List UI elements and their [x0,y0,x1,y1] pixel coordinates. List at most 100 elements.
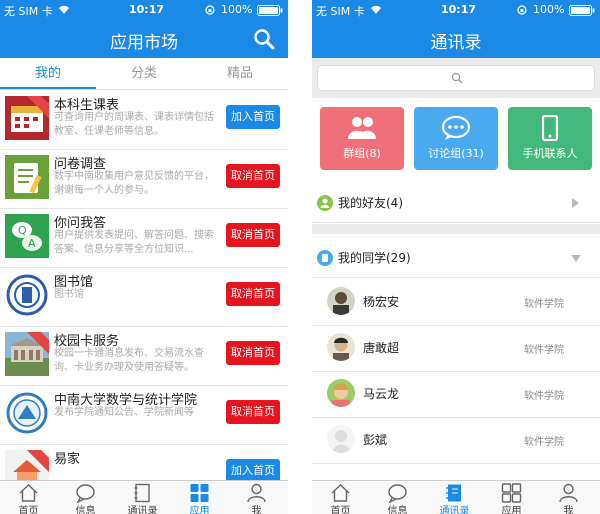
search-input[interactable] [317,65,595,91]
search-icon[interactable] [253,28,275,50]
home-icon [19,484,38,502]
add-to-home-button[interactable]: 加入首页 [226,105,280,129]
page-title: 通讯录 [430,33,482,53]
app-list-item[interactable]: QA 你问我答 用户提供发表提问、解答问题、搜索答案、信息分享等全方位知识...… [0,209,288,268]
svg-text:Q: Q [18,224,27,237]
status-time: 10:17 [441,3,477,16]
page-title: 应用市场 [110,33,178,53]
tab-category[interactable]: 分类 [96,58,192,89]
contact-name: 唐敢超 [363,341,400,355]
tabbar-label: 我 [251,506,262,514]
contact-row[interactable]: 马云龙 软件学院 [312,372,600,418]
contact-row[interactable]: 唐敢超 软件学院 [312,326,600,372]
contacts-icon [134,483,150,503]
phone-icon [541,115,559,141]
app-name: 易家 [54,452,81,467]
app-description: 图书馆 [54,289,84,300]
tab-bar: 首页 信息 通讯录 应用 我 [312,480,600,514]
tabbar-item-contacts[interactable]: 通讯录 [426,481,483,514]
tabbar-label: 首页 [330,506,351,514]
wifi-icon [59,5,69,15]
chevron-down-icon [571,255,581,262]
avatar [327,287,355,315]
contact-row[interactable]: 杨宏安 软件学院 [312,280,600,326]
tab-mine[interactable]: 我的 [0,58,96,89]
tabbar-label: 通讯录 [127,506,158,514]
status-bar: 无 SIM 卡 10:17 100% [0,0,288,20]
remove-from-home-button[interactable]: 取消首页 [226,400,280,424]
classmates-icon [317,250,333,266]
tabbar-item-home[interactable]: 首页 [0,481,57,514]
user-icon [559,483,578,503]
section-label: 我的同学(29) [338,251,411,265]
svg-text:A: A [28,237,36,250]
app-description: 数字中南收集用户意见反馈的平台，谢谢每一个人的参与。 [54,171,214,196]
tabbar-item-me[interactable]: 我 [540,481,597,514]
tabbar-item-apps[interactable]: 应用 [483,481,540,514]
home-icon [331,484,350,502]
app-description: 可查询用户的周课表、课表详情包括教室、任课老师等信息。 [54,112,214,137]
tile-label: 手机联系人 [522,147,578,160]
remove-from-home-button[interactable]: 取消首页 [226,164,280,188]
contact-department: 软件学院 [524,345,564,356]
carrier-label: 无 SIM 卡 [4,5,53,18]
battery-percent: 100% [221,3,253,16]
calendar-app-icon [5,96,49,140]
library-app-icon [5,273,49,317]
screenshot-root: 无 SIM 卡 10:17 100% 应用市场 我的 分类 精品 本科生课表 可… [0,0,600,514]
avatar [327,379,355,407]
battery-icon [569,5,595,16]
contact-department: 软件学院 [524,437,564,448]
chevron-right-icon [572,198,579,208]
contact-row[interactable]: 彭斌 软件学院 [312,418,600,464]
tabbar-item-home[interactable]: 首页 [312,481,369,514]
qa-app-icon: QA [5,214,49,258]
battery-percent: 100% [533,3,565,16]
section-divider [312,224,600,234]
tabbar-label: 应用 [501,506,522,514]
tab-featured[interactable]: 精品 [192,58,288,89]
tabbar-label: 我 [563,506,574,514]
tabbar-item-messages[interactable]: 信息 [369,481,426,514]
remove-from-home-button[interactable]: 取消首页 [226,223,280,247]
group-icon [348,117,376,139]
discussion-tile[interactable]: 讨论组(31) [414,107,498,170]
phone-contacts-tile[interactable]: 手机联系人 [508,107,592,170]
tabbar-item-apps[interactable]: 应用 [171,481,228,514]
message-icon [388,484,407,503]
lock-rotation-icon [205,5,215,15]
status-time: 10:17 [129,3,165,16]
app-list-item[interactable]: 图书馆 图书馆 取消首页 [0,268,288,327]
tabbar-label: 通讯录 [439,506,470,514]
section-classmates[interactable]: 我的同学(29) [312,238,600,278]
chat-bubble-icon [441,115,471,140]
carrier-label: 无 SIM 卡 [316,5,365,18]
app-list-item[interactable]: 校园卡服务 校园一卡通消息发布、交易流水查询、卡业务办理及使用答疑等。 取消首页 [0,327,288,386]
tab-bar: 首页 信息 通讯录 应用 我 [0,480,288,514]
tabbar-item-messages[interactable]: 信息 [57,481,114,514]
segment-tabs: 我的 分类 精品 [0,58,288,90]
apps-grid-icon [190,484,209,502]
contact-name: 杨宏安 [363,295,400,309]
avatar [327,425,355,453]
friends-icon [317,195,333,211]
app-list-item[interactable]: 本科生课表 可查询用户的周课表、课表详情包括教室、任课老师等信息。 加入首页 [0,91,288,150]
section-label: 我的好友(4) [338,196,403,210]
app-description: 发布学院通知公告、学院新闻等 [54,407,194,418]
remove-from-home-button[interactable]: 取消首页 [226,341,280,365]
app-list-item[interactable]: 中南大学数学与统计学院 发布学院通知公告、学院新闻等 取消首页 [0,386,288,445]
contacts-screen: 无 SIM 卡 10:17 100% 通讯录 群组(8) 讨论组(31) 手机联… [312,0,600,514]
user-icon [247,483,266,503]
group-tile[interactable]: 群组(8) [320,107,404,170]
section-friends[interactable]: 我的好友(4) [312,183,600,223]
tabbar-item-me[interactable]: 我 [228,481,285,514]
app-list-item[interactable]: 问卷调查 数字中南收集用户意见反馈的平台，谢谢每一个人的参与。 取消首页 [0,150,288,209]
message-icon [76,484,95,503]
tabbar-item-contacts[interactable]: 通讯录 [114,481,171,514]
remove-from-home-button[interactable]: 取消首页 [226,282,280,306]
app-description: 校园一卡通消息发布、交易流水查询、卡业务办理及使用答疑等。 [54,348,204,373]
avatar [327,333,355,361]
contact-department: 软件学院 [524,299,564,310]
wifi-icon [371,5,381,15]
tabbar-label: 首页 [18,506,39,514]
